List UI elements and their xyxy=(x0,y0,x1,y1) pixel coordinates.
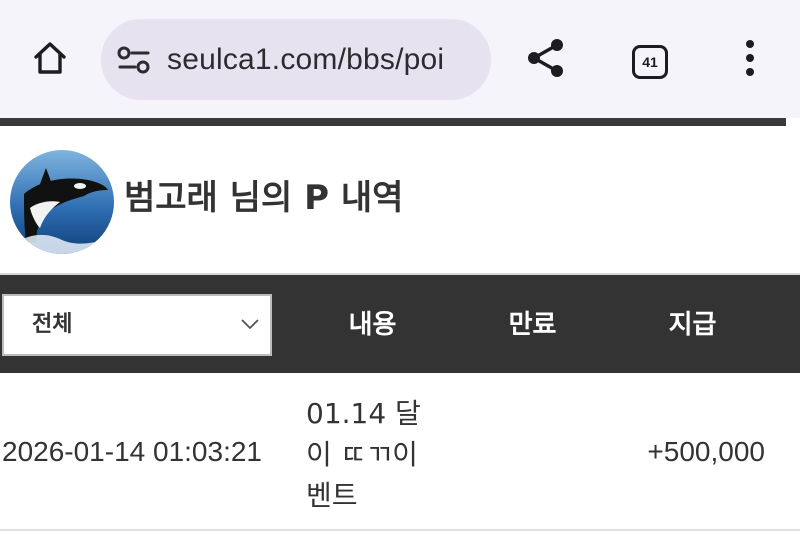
table-row: 2026-01-14 01:03:21 01.14 달이 ㄸㄲ이벤트 +500,… xyxy=(0,373,800,531)
orca-avatar xyxy=(10,150,114,254)
url-text[interactable]: seulca1.com/bbs/poi xyxy=(167,19,477,100)
chevron-down-icon xyxy=(240,316,260,330)
table-header-bar: 전체 내용 만료 지급 xyxy=(0,273,800,373)
browser-toolbar: seulca1.com/bbs/poi 41 xyxy=(0,0,800,118)
share-icon xyxy=(524,36,568,84)
tab-count: 41 xyxy=(642,54,658,70)
profile-header: 범고래 님의 P 내역 xyxy=(0,140,800,260)
address-bar[interactable]: seulca1.com/bbs/poi xyxy=(101,19,491,100)
tabs-icon: 41 xyxy=(632,45,668,79)
browser-menu-button[interactable] xyxy=(730,36,770,84)
header-divider xyxy=(0,118,786,126)
category-filter-select[interactable]: 전체 xyxy=(2,294,272,356)
home-icon xyxy=(30,38,70,82)
home-button[interactable] xyxy=(26,36,74,84)
page-title: 범고래 님의 P 내역 xyxy=(124,178,404,218)
row-content: 01.14 달이 ㄸㄲ이벤트 xyxy=(306,397,421,512)
filter-selected-value: 전체 xyxy=(32,312,73,337)
row-date: 2026-01-14 01:03:21 xyxy=(2,436,262,467)
column-header-content: 내용 xyxy=(348,310,397,340)
column-header-grant: 지급 xyxy=(668,310,717,340)
row-amount: +500,000 xyxy=(647,436,765,467)
column-header-expire: 만료 xyxy=(508,310,557,340)
tab-switcher-button[interactable]: 41 xyxy=(628,40,672,84)
more-vert-icon xyxy=(744,38,756,82)
share-button[interactable] xyxy=(522,36,570,84)
site-settings-icon[interactable] xyxy=(117,45,151,75)
